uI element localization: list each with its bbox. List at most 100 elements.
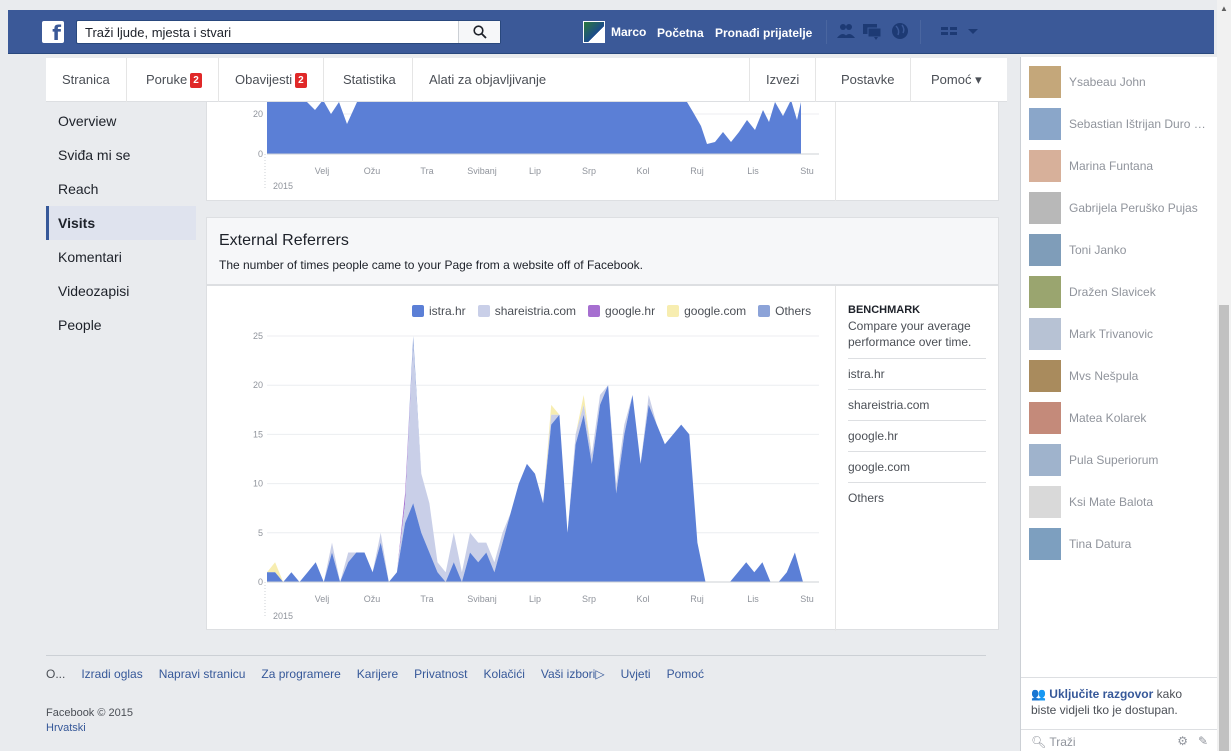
scroll-thumb[interactable] <box>1219 305 1229 751</box>
tab-reports[interactable]: Izvezi <box>749 58 817 102</box>
chat-friend-item[interactable]: Pula Superiorum <box>1029 443 1219 477</box>
search-input[interactable]: Traži ljude, mjesta i stvari <box>76 20 501 44</box>
y-tick-label: 25 <box>253 331 263 341</box>
gear-icon[interactable]: ⚙ <box>1177 734 1188 748</box>
menu-item-comments[interactable]: Komentari <box>46 240 196 274</box>
chat-friend-name: Ysabeau John <box>1069 75 1146 89</box>
page-admin-nav: Stranica Poruke 2 Obavijesti 2 Statistika … <box>46 58 1007 102</box>
turn-on-chat-link[interactable]: Uključite razgovor <box>1049 687 1153 701</box>
section-subtitle: The number of times people came to your … <box>219 258 644 272</box>
x-label: Ruj <box>690 166 704 176</box>
chat-friend-item[interactable]: Ksi Mate Balota <box>1029 485 1219 519</box>
chat-friend-item[interactable]: Mark Trivanovic <box>1029 317 1219 351</box>
footer-link[interactable]: Za programere <box>261 667 340 681</box>
chevron-down-icon[interactable] <box>966 22 980 40</box>
benchmark-item[interactable]: google.hr <box>848 420 986 451</box>
benchmark-item[interactable]: google.com <box>848 451 986 482</box>
footer-link[interactable]: Vaši izbori▷ <box>541 667 605 681</box>
footer-link[interactable]: O... <box>46 667 65 681</box>
chat-friend-name: Sebastian Ištrijan Duro D... <box>1069 117 1209 131</box>
tab-page[interactable]: Stranica <box>46 58 127 102</box>
x-label: Svibanj <box>467 166 497 176</box>
footer-link[interactable]: Privatnost <box>414 667 467 681</box>
friend-requests-icon[interactable] <box>836 22 856 40</box>
search-button[interactable] <box>458 21 500 43</box>
compose-icon[interactable]: ✎ <box>1198 734 1208 748</box>
home-link[interactable]: Početna <box>657 26 704 40</box>
external-referrers-header: External Referrers The number of times p… <box>206 217 999 285</box>
language-link[interactable]: Hrvatski <box>46 722 86 734</box>
scroll-up-arrow-icon[interactable]: ▲ <box>1220 4 1228 13</box>
benchmark-item[interactable]: shareistria.com <box>848 389 986 420</box>
y-tick-label: 20 <box>253 380 263 390</box>
x-year-label: 2015 <box>273 611 293 621</box>
x-label: Lip <box>529 166 541 176</box>
chat-friend-item[interactable]: Matea Kolarek <box>1029 401 1219 435</box>
footer-link[interactable]: Uvjeti <box>621 667 651 681</box>
x-label: Srp <box>582 166 596 176</box>
divider <box>835 102 836 201</box>
avatar <box>1029 108 1061 140</box>
chat-friend-item[interactable]: Mvs Nešpula <box>1029 359 1219 393</box>
footer-link[interactable]: Izradi oglas <box>81 667 142 681</box>
tab-settings[interactable]: Postavke <box>825 58 912 102</box>
avatar <box>1029 444 1061 476</box>
footer-link[interactable]: Napravi stranicu <box>159 667 246 681</box>
external-referrers-card: istra.hr shareistria.com google.hr googl… <box>206 285 999 631</box>
search-input-text[interactable]: Traži ljude, mjesta i stvari <box>85 25 231 40</box>
chat-friend-item[interactable]: Marina Funtana <box>1029 149 1219 183</box>
benchmark-description: Compare your average performance over ti… <box>848 319 972 349</box>
footer-link[interactable]: Karijere <box>357 667 398 681</box>
tab-messages[interactable]: Poruke 2 <box>130 58 219 102</box>
chat-friend-item[interactable]: Toni Janko <box>1029 233 1219 267</box>
privacy-shortcuts-icon[interactable] <box>940 22 958 40</box>
chat-friend-item[interactable]: Ysabeau John <box>1029 65 1219 99</box>
avatar <box>1029 486 1061 518</box>
x-tick-label: Stu <box>800 594 814 604</box>
x-label: Tra <box>420 166 433 176</box>
benchmark-item[interactable]: istra.hr <box>848 358 986 389</box>
menu-item-visits[interactable]: Visits <box>46 206 196 240</box>
footer-link[interactable]: Pomoć <box>667 667 704 681</box>
tab-insights[interactable]: Statistika <box>327 58 413 102</box>
x-tick-label: Lip <box>529 594 541 604</box>
chat-turn-on-notice: 👥 Uključite razgovor kako biste vidjeli … <box>1021 677 1218 727</box>
page-scrollbar[interactable]: ▲ <box>1217 0 1231 751</box>
x-year-label: 2015 <box>273 181 293 191</box>
chat-friend-item[interactable]: Sebastian Ištrijan Duro D... <box>1029 107 1219 141</box>
avatar <box>1029 150 1061 182</box>
notifications-globe-icon[interactable] <box>890 22 910 40</box>
x-tick-label: Ožu <box>364 594 381 604</box>
find-friends-link[interactable]: Pronađi prijatelje <box>715 26 812 40</box>
x-tick-label: Svibanj <box>467 594 497 604</box>
x-tick-label: Lis <box>747 594 759 604</box>
x-label: Kol <box>636 166 649 176</box>
messages-icon[interactable] <box>862 22 882 40</box>
y-tick-0: 0 <box>258 149 263 159</box>
menu-item-videos[interactable]: Videozapisi <box>46 274 196 308</box>
search-icon <box>473 25 487 39</box>
x-label: Velj <box>315 166 330 176</box>
chat-friend-name: Mark Trivanovic <box>1069 327 1154 341</box>
avatar <box>1029 318 1061 350</box>
menu-item-overview[interactable]: Overview <box>46 104 196 138</box>
footer-link[interactable]: Kolačići <box>484 667 525 681</box>
chat-search-input[interactable]: 🔍︎ Traži ⚙ ✎ <box>1021 729 1218 751</box>
chat-friend-item[interactable]: Gabrijela Peruško Pujas <box>1029 191 1219 225</box>
menu-item-reach[interactable]: Reach <box>46 172 196 206</box>
chat-friend-item[interactable]: Tina Datura <box>1029 527 1219 561</box>
visits-area <box>267 102 801 154</box>
chat-friend-item[interactable]: Dražen Slavicek <box>1029 275 1219 309</box>
footer-divider <box>46 655 986 656</box>
menu-item-likes[interactable]: Sviđa mi se <box>46 138 196 172</box>
tab-help[interactable]: Pomoć ▾ <box>915 58 998 102</box>
menu-item-people[interactable]: People <box>46 308 196 342</box>
tab-notifications-label: Obavijesti <box>235 72 293 87</box>
tab-notifications[interactable]: Obavijesti 2 <box>219 58 324 102</box>
insights-left-menu: Overview Sviđa mi se Reach Visits Koment… <box>46 104 196 342</box>
benchmark-item[interactable]: Others <box>848 482 986 513</box>
profile-link[interactable]: Marco <box>583 21 646 43</box>
tab-publishing-tools[interactable]: Alati za objavljivanje <box>413 58 562 102</box>
external-referrers-chart: 2520151050Velj Ožu Tra Svibanj Lip Srp Kol Ruj L… <box>253 331 819 621</box>
facebook-logo-icon[interactable]: f <box>42 21 64 43</box>
